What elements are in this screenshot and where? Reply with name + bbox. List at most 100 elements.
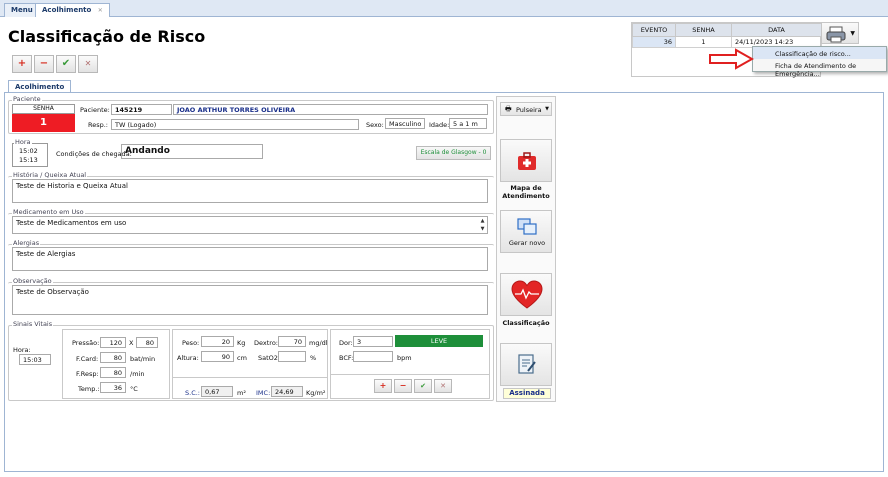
vitals-remove-button[interactable]: − <box>394 379 412 393</box>
tab-acolhimento-label: Acolhimento <box>42 6 92 14</box>
bcf-field[interactable] <box>353 351 393 362</box>
tab-acolhimento[interactable]: Acolhimento ✕ <box>35 3 110 17</box>
dextro-label: Dextro: <box>254 339 278 347</box>
vitals-cancel-button[interactable]: ✕ <box>434 379 452 393</box>
senha-label: SENHA <box>12 104 75 114</box>
pressao-x: X <box>129 339 134 347</box>
paciente-label: Paciente: <box>80 106 110 114</box>
sexo-label: Sexo: <box>366 121 384 129</box>
fcard-label: F.Card: <box>76 355 99 363</box>
observacao-legend: Observação <box>12 277 53 285</box>
fcard-field[interactable]: 80 <box>100 352 126 363</box>
historia-field[interactable]: Teste de Historia e Queixa Atual <box>12 179 488 203</box>
sc-unit: m² <box>237 389 246 397</box>
altura-field[interactable]: 90 <box>201 351 234 362</box>
context-menu: Classificação de risco... Ficha de Atend… <box>752 46 887 78</box>
temp-label: Temp.: <box>78 385 100 393</box>
medicamento-legend: Medicamento em Uso <box>12 208 85 216</box>
condicoes-field[interactable]: Andando <box>121 144 263 159</box>
resp-field[interactable]: TW (Logado) <box>111 119 359 130</box>
idade-field[interactable]: 5 a 1 m <box>449 118 487 129</box>
paciente-id-field[interactable]: 145219 <box>111 104 172 115</box>
mapa-atendimento-label: Mapa de Atendimento <box>502 184 550 200</box>
sc-label: S.C.: <box>185 389 200 397</box>
dextro-unit: mg/dl <box>309 339 328 347</box>
bcf-unit: bpm <box>397 354 412 362</box>
sat-unit: % <box>310 354 317 362</box>
sinais-legend: Sinais Vitais <box>12 320 54 328</box>
imc-field: 24,69 <box>271 386 303 397</box>
vitals-add-button[interactable]: + <box>374 379 392 393</box>
menu-item-ficha[interactable]: Ficha de Atendimento de Emergência... <box>753 59 886 78</box>
pulseira-label: Pulseira <box>516 106 542 114</box>
imc-label: IMC: <box>256 389 271 397</box>
page-title: Classificação de Risco <box>8 27 206 46</box>
printer-icon: 🖶 <box>505 105 512 113</box>
classificacao-label: Classificação <box>502 319 550 327</box>
gerar-novo-label: Gerar novo <box>508 239 546 247</box>
resp-label: Resp.: <box>88 121 108 129</box>
remove-button[interactable]: − <box>34 55 54 73</box>
event-table: EVENTO SENHA DATA 36 1 24/11/2023 14:23 <box>632 23 822 48</box>
fresp-label: F.Resp: <box>76 370 99 378</box>
sat-field[interactable] <box>278 351 306 362</box>
glasgow-button[interactable]: Escala de Glasgow - 0 <box>416 146 491 160</box>
confirm-button[interactable]: ✔ <box>56 55 76 73</box>
sat-label: SatO2: <box>258 354 281 362</box>
divider <box>173 377 327 378</box>
fresp-field[interactable]: 80 <box>100 367 126 378</box>
fcard-unit: bat/min <box>130 355 156 363</box>
add-button[interactable]: + <box>12 55 32 73</box>
assinada-badge: Assinada <box>503 388 551 399</box>
pressao-sys-field[interactable]: 120 <box>100 337 126 348</box>
chevron-down-icon: ▼ <box>850 30 855 37</box>
medicamento-scrollbar[interactable]: ▲ ▼ <box>478 217 487 233</box>
heart-icon <box>511 280 543 309</box>
sinais-hora-field[interactable]: 15:03 <box>19 354 51 365</box>
vitals-confirm-button[interactable]: ✔ <box>414 379 432 393</box>
sexo-field[interactable]: Masculino <box>385 118 425 129</box>
temp-unit: °C <box>130 385 138 393</box>
print-menu-button[interactable]: ▼ <box>821 22 859 44</box>
pressao-dia-field[interactable]: 80 <box>136 337 158 348</box>
mapa-atendimento-button[interactable] <box>500 139 552 182</box>
classificacao-button[interactable] <box>500 273 552 316</box>
close-icon[interactable]: ✕ <box>98 7 103 14</box>
observacao-field[interactable]: Teste de Observação <box>12 285 488 315</box>
hora-legend: Hora <box>14 138 32 146</box>
event-cell: 36 <box>632 36 676 48</box>
senha-cell: 1 <box>675 36 732 48</box>
pressao-label: Pressão: <box>72 339 100 347</box>
fresp-unit: /min <box>130 370 145 378</box>
peso-field[interactable]: 20 <box>201 336 234 347</box>
dor-label: Dor: <box>339 339 353 347</box>
paciente-name-field[interactable]: JOAO ARTHUR TORRES OLIVEIRA <box>173 104 488 115</box>
dor-field[interactable]: 3 <box>353 336 393 347</box>
cancel-button[interactable]: ✕ <box>78 55 98 73</box>
pulseira-button[interactable]: 🖶 Pulseira ▼ <box>500 102 552 116</box>
menu-item-classificacao[interactable]: Classificação de risco... <box>753 47 886 59</box>
signed-document-icon <box>518 354 536 374</box>
tab-bar: Menu Acolhimento ✕ <box>0 0 888 17</box>
senha-header: SENHA <box>675 23 732 37</box>
alergias-field[interactable]: Teste de Alergias <box>12 247 488 271</box>
altura-unit: cm <box>237 354 247 362</box>
paciente-legend: Paciente <box>12 95 42 103</box>
arrow-icon <box>709 48 754 70</box>
altura-label: Altura: <box>177 354 199 362</box>
data-header: DATA <box>731 23 822 37</box>
alergias-legend: Alergias <box>12 239 41 247</box>
dextro-field[interactable]: 70 <box>278 336 306 347</box>
medicamento-field[interactable]: Teste de Medicamentos em uso <box>12 216 488 234</box>
windows-icon <box>517 218 537 235</box>
peso-unit: Kg <box>237 339 246 347</box>
printer-icon <box>826 26 846 43</box>
first-aid-kit-icon <box>518 152 536 170</box>
temp-field[interactable]: 36 <box>100 382 126 393</box>
sinais-hora-label: Hora: <box>13 346 31 354</box>
senha-value: 1 <box>12 114 75 132</box>
assinar-button[interactable] <box>500 343 552 386</box>
gerar-novo-button[interactable]: Gerar novo <box>500 210 552 253</box>
historia-legend: História / Queixa Atual <box>12 171 88 179</box>
dor-level-badge: LEVE <box>395 335 483 347</box>
